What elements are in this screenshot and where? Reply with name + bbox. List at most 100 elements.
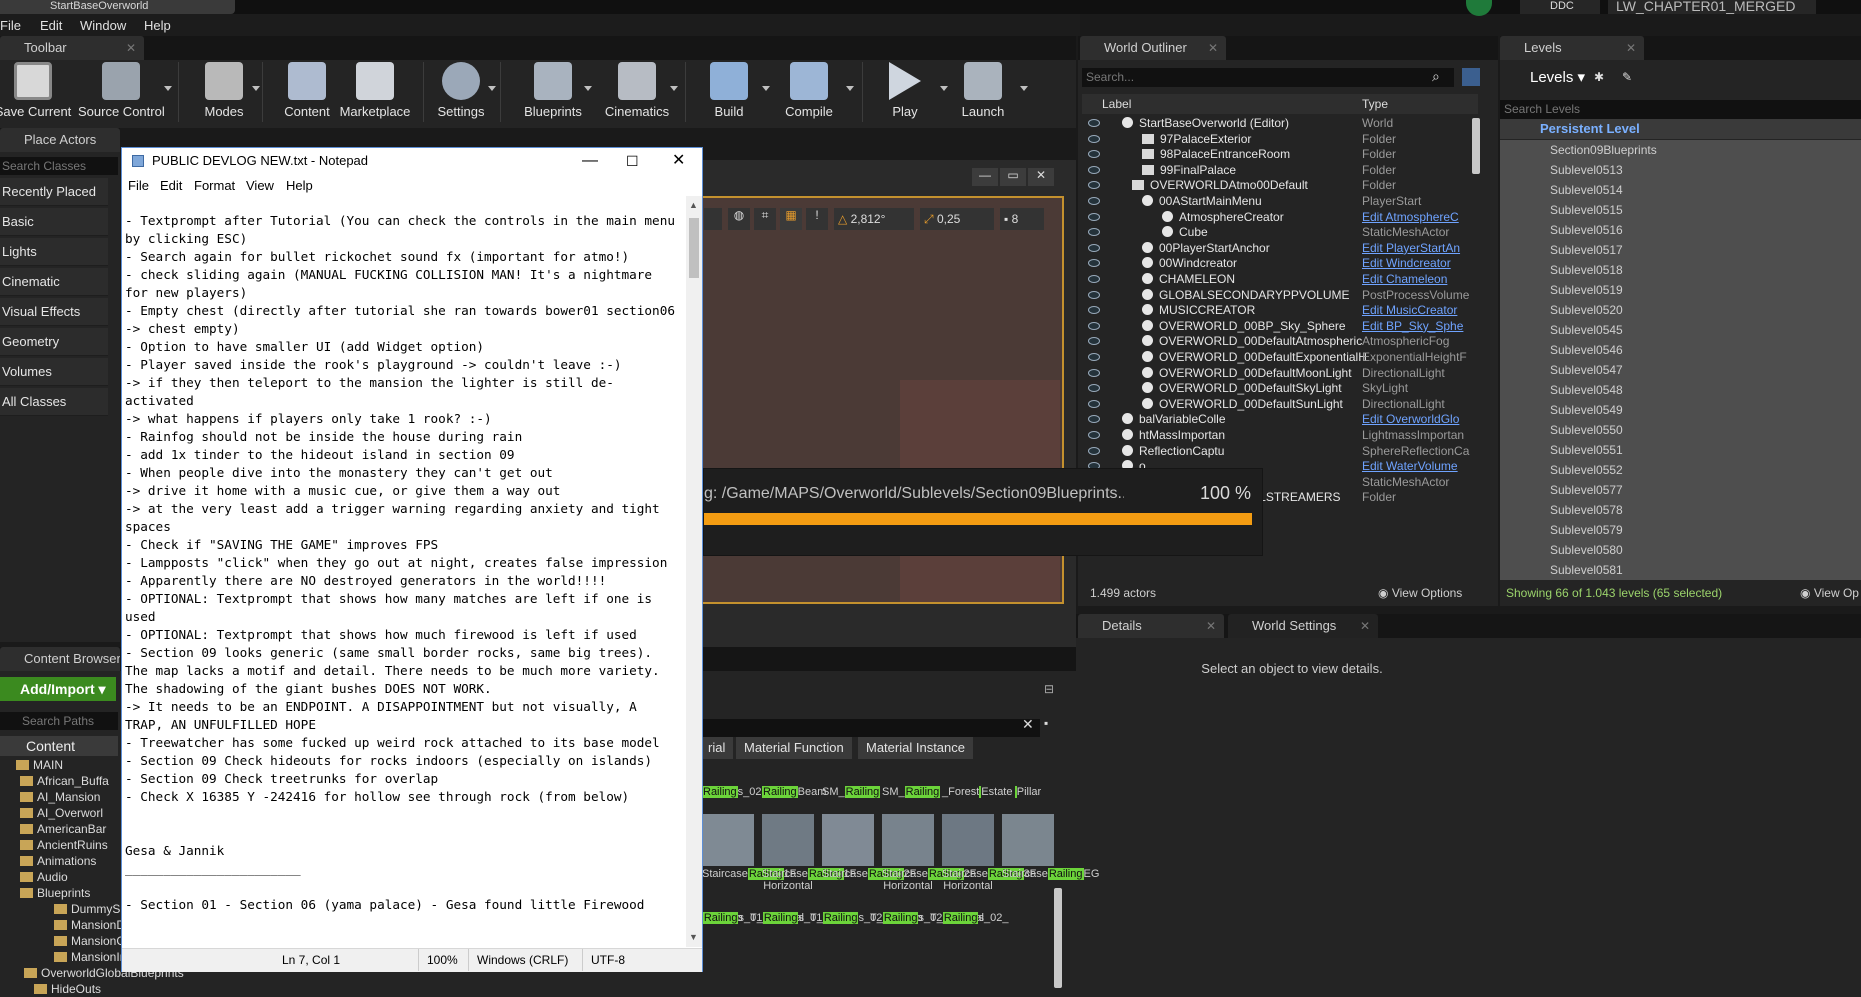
minimize-icon[interactable]: — [972, 168, 998, 186]
eye-icon[interactable] [1088, 275, 1100, 283]
asset-tile[interactable]: StaircaseRailing2F [822, 814, 916, 880]
asset-tile[interactable]: T_Railings_02_Albedo [810, 912, 923, 924]
minimize-icon[interactable]: — [582, 148, 598, 174]
tab-world-settings[interactable]: World Settings ✕ [1228, 614, 1378, 638]
chevron-down-icon[interactable] [164, 86, 172, 91]
level-row[interactable]: Sublevel0516 [1500, 220, 1861, 240]
eye-icon[interactable] [1088, 384, 1100, 393]
place-item-recently-placed[interactable]: Recently Placed [0, 178, 108, 206]
menu-file[interactable]: File [0, 18, 21, 33]
notepad-titlebar[interactable]: PUBLIC DEVLOG NEW.txt - Notepad — ☐ ✕ [122, 148, 702, 174]
asset-tile[interactable]: T_Railings_02_Normal [870, 912, 984, 924]
level-row[interactable]: Sublevel0519 [1500, 280, 1861, 300]
scroll-down-icon[interactable]: ▼ [689, 932, 698, 942]
snap-icon[interactable]: ⌗ [754, 208, 776, 230]
asset-tile[interactable]: Pillar [1002, 786, 1054, 798]
level-row[interactable]: Sublevel0545 [1500, 320, 1861, 340]
menu-help[interactable]: Help [144, 18, 171, 33]
outliner-scrollbar[interactable] [1472, 118, 1480, 174]
notepad-menu-format[interactable]: Format [194, 178, 235, 193]
levels-view-options-button[interactable]: ◉ View Op [1800, 582, 1859, 604]
eye-icon[interactable] [1088, 306, 1100, 315]
brush-icon[interactable]: ✎ [1622, 70, 1632, 84]
place-item-all-classes[interactable]: All Classes [0, 388, 108, 416]
levels-settings-icon[interactable]: ✱ [1594, 70, 1604, 84]
column-label[interactable]: Label [1102, 94, 1131, 114]
content-root[interactable]: Content [0, 736, 118, 756]
level-row[interactable]: Sublevel0578 [1500, 500, 1861, 520]
chevron-down-icon[interactable] [488, 86, 496, 91]
clear-search-icon[interactable]: ✕ [1022, 716, 1034, 733]
eye-icon[interactable] [1088, 368, 1100, 377]
place-item-basic[interactable]: Basic [0, 208, 108, 236]
tab-place-actors[interactable]: Place Actors [0, 128, 120, 152]
grid-icon[interactable]: ▦ [780, 208, 802, 230]
level-row[interactable]: Sublevel0515 [1500, 200, 1861, 220]
folder-item[interactable]: MAIN [16, 758, 63, 772]
save-search-icon[interactable]: ▪ [1044, 716, 1048, 730]
folder-item[interactable]: AI_Overworl [20, 806, 103, 820]
chevron-down-icon[interactable] [846, 86, 854, 91]
notepad-menu-edit[interactable]: Edit [160, 178, 182, 193]
menu-edit[interactable]: Edit [40, 18, 62, 33]
level-row[interactable]: Sublevel0514 [1500, 180, 1861, 200]
asset-tile[interactable]: StaircaseRailing2F Horizontal [882, 814, 976, 892]
place-item-lights[interactable]: Lights [0, 238, 108, 266]
asset-tile[interactable]: SM_Railing [822, 786, 881, 798]
levels-menu-button[interactable]: Levels ▾ [1504, 66, 1624, 90]
search-classes-input[interactable]: Search Classes [0, 157, 118, 175]
eye-icon[interactable] [1088, 228, 1100, 237]
folder-item[interactable]: AI_Mansion [20, 790, 100, 804]
level-row[interactable]: Sublevel0547 [1500, 360, 1861, 380]
asset-tile[interactable]: StaircaseRailingEG [1002, 814, 1099, 880]
place-item-cinematic[interactable]: Cinematic [0, 268, 108, 296]
eye-icon[interactable] [1088, 197, 1100, 205]
eye-icon[interactable] [1088, 337, 1100, 346]
close-icon[interactable]: ✕ [1360, 614, 1370, 638]
eye-icon[interactable] [1088, 181, 1100, 190]
view-options-button[interactable]: ◉ View Options [1378, 582, 1462, 604]
marketplace-button[interactable]: Marketplace [332, 62, 418, 122]
filter-material-instance[interactable]: Material Instance [858, 737, 973, 759]
folder-item[interactable]: AncientRuins [20, 838, 108, 852]
tab-content-browser[interactable]: Content Browser [0, 647, 120, 671]
eye-icon[interactable] [1088, 399, 1100, 408]
launch-button[interactable]: Launch [940, 62, 1026, 122]
menu-window[interactable]: Window [80, 18, 126, 33]
asset-tile[interactable]: T_Railings_01_ [750, 912, 828, 924]
notepad-text-area[interactable]: - Textprompt after Tutorial (You can che… [125, 212, 680, 942]
source-control-button[interactable]: Source Control [78, 62, 165, 122]
level-row[interactable]: Sublevel0579 [1500, 520, 1861, 540]
level-tab[interactable]: StartBaseOverworld [0, 0, 235, 14]
asset-tile[interactable]: RailingBeam [762, 786, 826, 798]
level-row[interactable]: Sublevel0520 [1500, 300, 1861, 320]
asset-tile[interactable]: StaircaseRailing1F Horizontal [762, 814, 856, 892]
add-import-button[interactable]: Add/Import ▾ [0, 677, 116, 701]
level-row[interactable]: Sublevel0577 [1500, 480, 1861, 500]
outliner-search-input[interactable]: Search... [1082, 68, 1454, 87]
eye-icon[interactable] [1088, 243, 1100, 252]
asset-tile[interactable]: StaircaseRailing3F Horizontal [942, 814, 1036, 892]
eye-icon[interactable] [1088, 259, 1100, 268]
chevron-down-icon[interactable] [670, 86, 678, 91]
asset-tile[interactable]: Railings_02 [702, 786, 762, 798]
place-item-geometry[interactable]: Geometry [0, 328, 108, 356]
place-item-visual-effects[interactable]: Visual Effects [0, 298, 108, 326]
lock-icon[interactable]: ⊟ [1044, 682, 1054, 696]
folder-item[interactable]: Blueprints [20, 886, 90, 900]
asset-tile[interactable]: T_Railings_02_ [930, 912, 1008, 924]
folder-item[interactable]: Animations [20, 854, 96, 868]
rotation-snap[interactable]: △ 2,812° [834, 208, 914, 230]
globe-icon[interactable]: ◍ [728, 208, 750, 230]
notepad-scrollbar[interactable]: ▲ ▼ [686, 196, 702, 947]
folder-item[interactable]: HideOuts [34, 982, 101, 996]
level-row[interactable]: Sublevel0513 [1500, 160, 1861, 180]
eye-icon[interactable] [1088, 212, 1100, 221]
cinematics-button[interactable]: Cinematics [594, 62, 680, 122]
asset-search-input[interactable] [700, 719, 1040, 737]
eye-icon[interactable] [1088, 321, 1100, 330]
eye-icon[interactable] [1088, 431, 1100, 439]
notepad-menu-help[interactable]: Help [286, 178, 313, 193]
close-icon[interactable]: ✕ [1028, 168, 1054, 186]
close-icon[interactable]: ✕ [126, 36, 136, 60]
